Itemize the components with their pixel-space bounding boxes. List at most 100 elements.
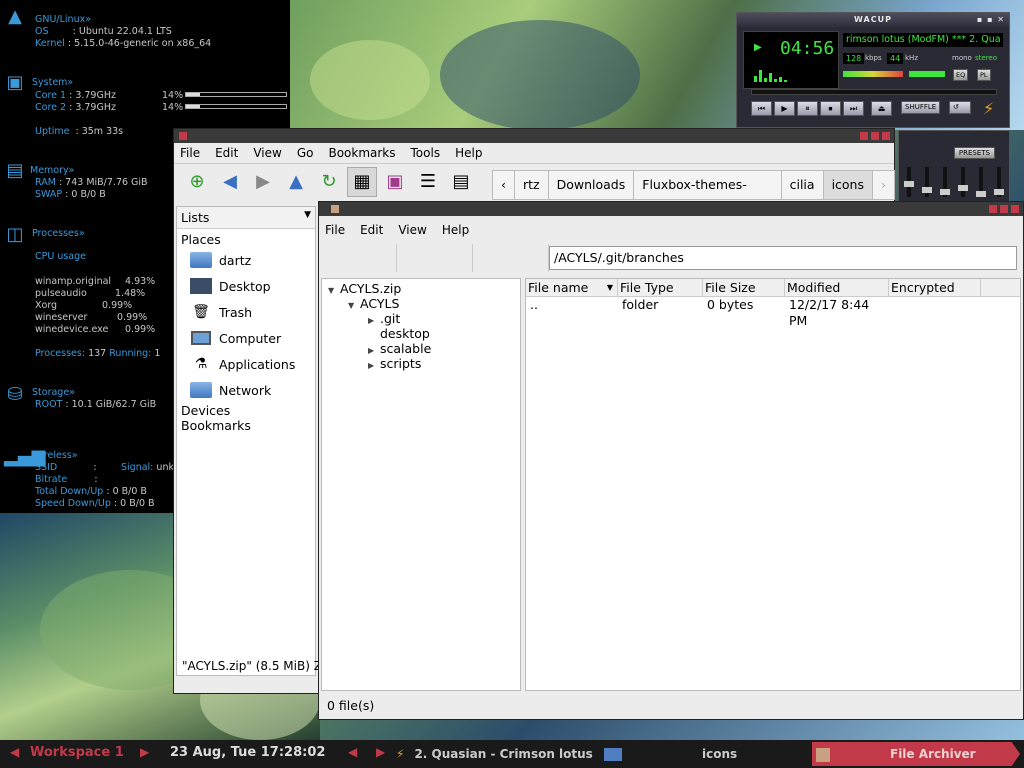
previous-icon[interactable]: ⏮: [751, 101, 772, 116]
eq-slider[interactable]: [940, 167, 950, 197]
place-item-computer[interactable]: Computer: [177, 325, 315, 351]
tree-item[interactable]: desktop: [322, 326, 520, 341]
time-display[interactable]: 04:56: [780, 38, 834, 59]
stop-icon[interactable]: ⏹: [820, 101, 841, 116]
toolbar-button[interactable]: [323, 244, 397, 272]
song-ticker[interactable]: rimson lotus (ModFM) *** 2. Qua: [843, 33, 1003, 47]
maximize-icon[interactable]: [871, 132, 879, 140]
kernel-line: Kernel : 5.15.0-46-generic on x86_64: [35, 38, 212, 49]
balance-slider[interactable]: [909, 71, 945, 77]
thumbnail-view-icon[interactable]: ▣: [380, 167, 410, 197]
place-item-trash[interactable]: 🗑 Trash: [177, 299, 315, 325]
breadcrumb-item[interactable]: cilia: [780, 170, 824, 200]
pl-toggle-button[interactable]: PL: [977, 69, 991, 81]
close-icon[interactable]: [1011, 205, 1019, 213]
column-modified[interactable]: Modified: [785, 279, 889, 296]
back-icon[interactable]: ◀: [215, 167, 245, 197]
workspace-prev-icon[interactable]: ◀: [10, 745, 19, 759]
menu-edit[interactable]: Edit: [215, 146, 238, 160]
eject-icon[interactable]: ⏏: [871, 101, 892, 116]
icon-view-icon[interactable]: ▦: [347, 166, 377, 197]
volume-slider[interactable]: [843, 71, 903, 77]
place-item-applications[interactable]: ⚗ Applications: [177, 351, 315, 377]
toolbar-button[interactable]: [399, 244, 473, 272]
menu-tools[interactable]: Tools: [411, 146, 441, 160]
maximize-icon[interactable]: [1000, 205, 1008, 213]
breadcrumb-item[interactable]: Fluxbox-themes-master: [633, 170, 782, 220]
presets-button[interactable]: PRESETS: [953, 147, 995, 159]
column-file-name[interactable]: File name ▼: [526, 279, 618, 296]
new-tab-icon[interactable]: ⊕: [182, 167, 212, 197]
winamp-logo-icon[interactable]: ⚡: [983, 99, 994, 118]
expanded-arrow-icon[interactable]: ▼: [348, 298, 360, 313]
task-prev-icon[interactable]: ◀: [348, 745, 357, 759]
expanded-arrow-icon[interactable]: ▼: [328, 283, 340, 298]
breadcrumb-scroll-right-icon[interactable]: ›: [872, 170, 895, 200]
task-file-archiver[interactable]: File Archiver: [812, 742, 1020, 766]
menu-file[interactable]: File: [325, 223, 345, 237]
tree-item[interactable]: ▶ .git: [322, 311, 520, 326]
minimize-icon[interactable]: [860, 132, 868, 140]
eq-slider[interactable]: [958, 167, 968, 197]
side-panel-mode-select[interactable]: Lists ▼: [177, 207, 315, 229]
workspace-next-icon[interactable]: ▶: [140, 745, 149, 759]
file-archiver-titlebar[interactable]: [319, 202, 1023, 216]
winamp-titlebar[interactable]: WACUP ▪ ▪ ✕: [737, 13, 1009, 27]
breadcrumb-item[interactable]: Downloads: [547, 170, 635, 200]
detailed-view-icon[interactable]: ▤: [446, 167, 476, 197]
place-item-home[interactable]: dartz: [177, 247, 315, 273]
pause-icon[interactable]: ⏸: [797, 101, 818, 116]
table-row[interactable]: .. folder 0 bytes 12/2/17 8:44 PM: [526, 297, 1020, 328]
workspace-label[interactable]: Workspace 1: [30, 745, 124, 760]
play-icon[interactable]: ▶: [774, 101, 795, 116]
eq-slider[interactable]: [976, 167, 986, 197]
seek-bar[interactable]: [751, 89, 997, 95]
eq-slider[interactable]: [904, 167, 914, 197]
tree-item[interactable]: ▼ ACYLS.zip: [322, 281, 520, 296]
column-encrypted[interactable]: Encrypted: [889, 279, 981, 296]
menu-help[interactable]: Help: [455, 146, 482, 160]
tree-item[interactable]: ▼ ACYLS: [322, 296, 520, 311]
toolbar-button[interactable]: [475, 244, 549, 272]
window-menu-icon[interactable]: [331, 205, 339, 213]
menu-bookmarks[interactable]: Bookmarks: [328, 146, 395, 160]
compact-view-icon[interactable]: ☰: [413, 167, 443, 197]
path-input[interactable]: /ACYLS/.git/branches: [549, 246, 1017, 270]
menu-file[interactable]: File: [180, 146, 200, 160]
task-winamp[interactable]: ⚡ 2. Quasian - Crimson lotus (: [396, 742, 596, 766]
tree-item[interactable]: ▶ scalable: [322, 341, 520, 356]
eq-slider[interactable]: [994, 167, 1004, 197]
menu-go[interactable]: Go: [297, 146, 314, 160]
column-file-type[interactable]: File Type: [618, 279, 703, 296]
eq-slider[interactable]: [922, 167, 932, 197]
place-item-network[interactable]: Network: [177, 377, 315, 403]
up-icon[interactable]: ▲: [281, 167, 311, 197]
menu-edit[interactable]: Edit: [360, 223, 383, 237]
place-item-desktop[interactable]: Desktop: [177, 273, 315, 299]
file-manager-titlebar[interactable]: [174, 129, 894, 143]
window-menu-icon[interactable]: [179, 132, 187, 140]
breadcrumb-item[interactable]: rtz: [514, 170, 549, 200]
column-file-size[interactable]: File Size: [703, 279, 785, 296]
tree-item[interactable]: ▶ scripts: [322, 356, 520, 371]
collapsed-arrow-icon[interactable]: ▶: [368, 358, 380, 373]
next-icon[interactable]: ⏭: [843, 101, 864, 116]
task-next-icon[interactable]: ▶: [376, 745, 385, 759]
close-icon[interactable]: [882, 132, 890, 140]
visualizer[interactable]: [754, 62, 834, 82]
core2-line: Core 2 : 3.79GHz: [35, 102, 116, 113]
menu-view[interactable]: View: [253, 146, 281, 160]
winamp-window-buttons[interactable]: ▪ ▪ ✕: [977, 13, 1005, 27]
minimize-icon[interactable]: [989, 205, 997, 213]
menu-view[interactable]: View: [398, 223, 426, 237]
forward-icon[interactable]: ▶: [248, 167, 278, 197]
shuffle-button[interactable]: SHUFFLE: [901, 101, 941, 114]
repeat-icon[interactable]: ↺: [949, 101, 971, 114]
reload-icon[interactable]: ↻: [314, 167, 344, 197]
breadcrumb-scroll-left-icon[interactable]: ‹: [492, 170, 515, 200]
eq-toggle-button[interactable]: EQ: [953, 69, 969, 81]
collapsed-arrow-icon[interactable]: ▶: [368, 313, 380, 328]
task-file-manager[interactable]: icons: [604, 742, 804, 766]
breadcrumb-item-current[interactable]: icons: [822, 170, 873, 200]
menu-help[interactable]: Help: [442, 223, 469, 237]
